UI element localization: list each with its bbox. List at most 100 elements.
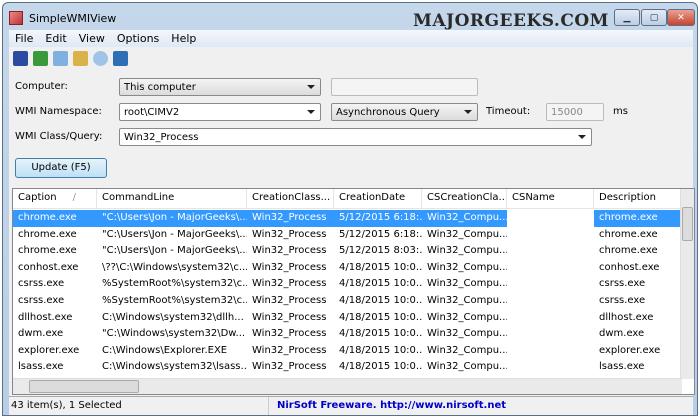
- computer-name-input[interactable]: [331, 78, 478, 96]
- table-cell: conhost.exe: [599, 261, 660, 273]
- table-row[interactable]: csrss.exe %SystemRoot%\system32\c... Win32…: [13, 276, 682, 293]
- table-row[interactable]: conhost.exe \??\C:\Windows\system32\c... W…: [13, 260, 682, 277]
- title-bar: SimpleWMIView: [9, 8, 116, 28]
- table-cell: "C:\Windows\system32\Dw...: [102, 328, 246, 340]
- table-cell: 4/18/2015 10:0...: [339, 295, 422, 306]
- table-cell: 4/18/2015 10:0...: [339, 361, 422, 373]
- table-cell: Win32_Process: [252, 295, 327, 306]
- table-cell: "C:\Users\Jon - MajorGeeks\...: [102, 245, 247, 257]
- menu-edit[interactable]: Edit: [39, 32, 72, 45]
- minimize-button[interactable]: ▁: [614, 9, 640, 26]
- table-cell: dwm.exe: [18, 328, 64, 340]
- refresh-icon[interactable]: [33, 50, 48, 66]
- table-cell: Win32_Compu...: [427, 361, 507, 373]
- table-cell: dllhost.exe: [599, 311, 654, 323]
- column-header[interactable]: Caption /: [13, 189, 97, 208]
- nirsoft-link[interactable]: NirSoft Freeware. http://www.nirsoft.net: [269, 397, 514, 415]
- properties-icon[interactable]: [73, 50, 88, 66]
- app-icon: [9, 11, 23, 25]
- table-row[interactable]: csrss.exe %SystemRoot%\system32\c... Win32…: [13, 293, 682, 310]
- computer-select[interactable]: This computer: [119, 78, 321, 96]
- menu-help[interactable]: Help: [165, 32, 202, 45]
- column-header[interactable]: Description: [594, 189, 682, 208]
- copy-icon[interactable]: [53, 50, 68, 66]
- column-header[interactable]: CommandLine: [97, 189, 247, 208]
- table-cell: %SystemRoot%\system32\c...: [102, 295, 247, 306]
- table-row[interactable]: lsass.exe C:\Windows\system32\lsass... Win…: [13, 359, 682, 376]
- table-cell: [507, 227, 594, 244]
- maximize-button[interactable]: ▢: [641, 9, 667, 26]
- table-cell: 4/18/2015 10:0...: [339, 278, 422, 290]
- table-cell: conhost.exe: [18, 261, 79, 273]
- find-icon[interactable]: [93, 50, 108, 66]
- close-button[interactable]: ✕: [667, 9, 695, 26]
- save-icon[interactable]: [13, 50, 28, 66]
- table-cell: 4/18/2015 10:0...: [339, 311, 422, 323]
- horizontal-scrollbar[interactable]: [13, 378, 682, 394]
- table-row[interactable]: dllhost.exe C:\Windows\system32\dllh... Wi…: [13, 310, 682, 327]
- table-cell: chrome.exe: [18, 228, 77, 240]
- sort-arrow-icon: /: [72, 192, 76, 203]
- table-cell: csrss.exe: [599, 295, 646, 306]
- table-cell: 4/18/2015 10:0...: [339, 261, 422, 273]
- menu-view[interactable]: View: [73, 32, 111, 45]
- table-cell: "C:\Users\Jon - MajorGeeks\...: [102, 228, 247, 240]
- table-cell: Win32_Compu...: [422, 210, 507, 227]
- status-bar: 43 item(s), 1 Selected NirSoft Freeware.…: [9, 396, 693, 415]
- menu-options[interactable]: Options: [111, 32, 165, 45]
- table-cell: Win32_Compu...: [427, 245, 507, 257]
- query-mode-select[interactable]: Asynchronous Query: [331, 103, 478, 121]
- table-row[interactable]: dwm.exe "C:\Windows\system32\Dw... Win32_P…: [13, 326, 682, 343]
- update-button[interactable]: Update (F5): [15, 158, 107, 178]
- table-cell: 5/12/2015 6:18:...: [339, 228, 422, 240]
- column-header[interactable]: CreationClass...: [247, 189, 334, 208]
- table-cell: Win32_Process: [252, 311, 327, 323]
- table-row[interactable]: explorer.exe C:\Windows\Explorer.EXE Win32…: [13, 343, 682, 360]
- column-header[interactable]: CSName: [507, 189, 594, 208]
- vertical-scrollbar[interactable]: [680, 189, 694, 379]
- table-row[interactable]: chrome.exe "C:\Users\Jon - MajorGeeks\...…: [13, 210, 682, 227]
- table-cell: [507, 359, 594, 376]
- scroll-thumb[interactable]: [682, 207, 693, 241]
- table-cell: Win32_Process: [247, 210, 334, 227]
- column-label: Description: [599, 192, 656, 203]
- namespace-combo[interactable]: root\CIMV2: [119, 103, 321, 121]
- chevron-down-icon: [307, 110, 315, 114]
- exit-icon[interactable]: [113, 50, 128, 66]
- table-cell: C:\Windows\system32\dllh...: [102, 311, 244, 323]
- timeout-label: Timeout:: [486, 106, 531, 117]
- column-label: CSCreationCla...: [427, 192, 507, 203]
- table-cell: Win32_Process: [252, 278, 327, 290]
- query-mode-value: Asynchronous Query: [336, 107, 440, 118]
- table-cell: 4/18/2015 10:0...: [339, 328, 422, 340]
- menu-bar: File Edit View Options Help: [9, 30, 693, 47]
- column-header[interactable]: CSCreationCla...: [422, 189, 507, 208]
- computer-value: This computer: [124, 82, 196, 93]
- app-window: SimpleWMIView MAJORGEEKS.COM ▁ ▢ ✕ File …: [2, 2, 698, 416]
- class-query-combo[interactable]: Win32_Process: [119, 128, 592, 146]
- table-cell: csrss.exe: [599, 278, 646, 290]
- table-row[interactable]: chrome.exe "C:\Users\Jon - MajorGeeks\...…: [13, 243, 682, 260]
- table-cell: Win32_Compu...: [427, 311, 507, 323]
- table-cell: Win32_Compu...: [427, 228, 507, 240]
- table-cell: chrome.exe: [18, 245, 77, 257]
- table-cell: Win32_Compu...: [427, 278, 507, 290]
- table-cell: 5/12/2015 6:18:...: [334, 210, 422, 227]
- timeout-input[interactable]: 15000: [546, 103, 604, 121]
- table-cell: [507, 260, 594, 277]
- client-area: File Edit View Options Help Computer: Th…: [9, 30, 695, 415]
- table-cell: 4/18/2015 10:0...: [339, 344, 422, 356]
- menu-file[interactable]: File: [9, 32, 39, 45]
- chevron-down-icon: [307, 85, 315, 89]
- table-row[interactable]: chrome.exe "C:\Users\Jon - MajorGeeks\...…: [13, 227, 682, 244]
- hscroll-thumb[interactable]: [29, 380, 139, 393]
- column-label: CreationClass...: [252, 192, 331, 203]
- table-cell: [507, 276, 594, 293]
- table-cell: \??\C:\Windows\system32\c...: [102, 261, 247, 273]
- table-cell: csrss.exe: [18, 295, 65, 306]
- column-header[interactable]: CreationDate: [334, 189, 422, 208]
- chevron-down-icon: [578, 135, 586, 139]
- class-value: Win32_Process: [124, 132, 199, 143]
- column-label: CreationDate: [339, 192, 406, 203]
- toolbar: [13, 49, 128, 67]
